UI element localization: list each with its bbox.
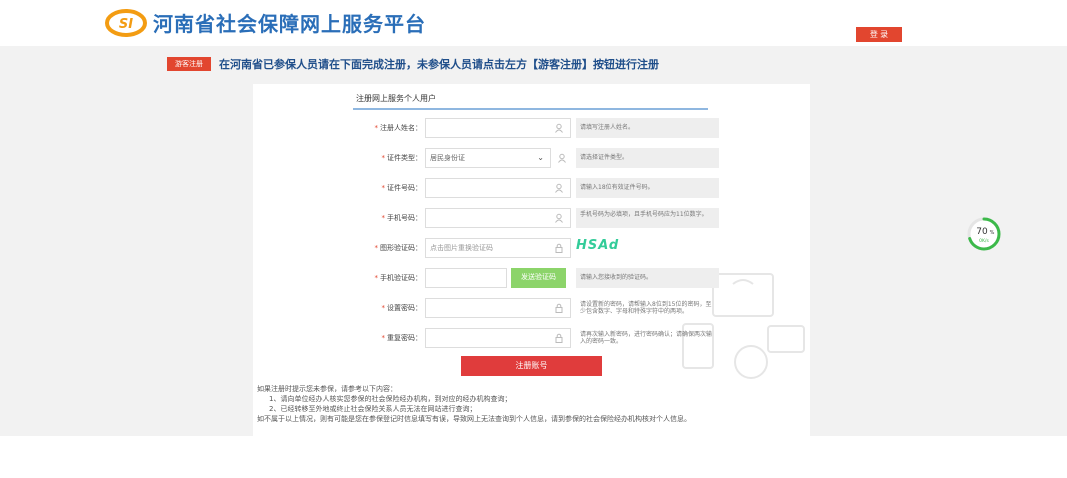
sms-code-hint: 请输入您接收到的验证码。	[576, 268, 719, 288]
name-row: * 注册人姓名： 请填写注册人姓名。	[253, 118, 810, 138]
id-type-row: * 证件类型： 居民身份证 ⌄ 请选择证件类型。	[253, 148, 810, 168]
password-label: * 设置密码：	[381, 304, 423, 312]
note-line: 1、请向单位经办人核实您参保的社会保险经办机构，到对应的经办机构查询；	[269, 395, 512, 403]
person-icon	[555, 213, 563, 223]
lock-icon	[555, 243, 563, 253]
note-line: 如不属于以上情况，则有可能是您在参保登记时信息填写有误，导致网上无法查询到个人信…	[257, 415, 691, 423]
guest-register-button[interactable]: 游客注册	[167, 57, 211, 71]
phone-hint: 手机号码为必填项，且手机号码应为11位数字。	[576, 208, 719, 228]
id-number-row: * 证件号码： 请输入18位有效证件号码。	[253, 178, 810, 198]
id-number-input[interactable]	[425, 178, 571, 198]
form-title: 注册网上服务个人用户	[356, 94, 436, 103]
speed-value: 0K/s	[979, 238, 989, 244]
chevron-down-icon: ⌄	[537, 153, 544, 162]
password-hint: 请设置新的密码，请帮输入8位到15位的密码，至少包含数字、字母和特殊字符中的两项…	[580, 301, 712, 315]
progress-ring-icon: 70 % 0K/s	[967, 217, 1001, 251]
name-hint: 请填写注册人姓名。	[576, 118, 719, 138]
id-type-hint: 请选择证件类型。	[576, 148, 719, 168]
registration-notes: 如果注册时提示您未参保，请参考以下内容： 1、请向单位经办人核实您参保的社会保险…	[257, 384, 807, 424]
captcha-input[interactable]: 点击图片重换验证码	[425, 238, 571, 258]
name-label: * 注册人姓名：	[374, 124, 423, 132]
register-button[interactable]: 注册账号	[461, 356, 602, 376]
captcha-label: * 图形验证码：	[374, 244, 423, 252]
id-number-hint: 请输入18位有效证件号码。	[576, 178, 719, 198]
confirm-password-input[interactable]	[425, 328, 571, 348]
speed-widget[interactable]: 70 % 0K/s	[966, 216, 1002, 252]
registration-notice: 游客注册 在河南省已参保人员请在下面完成注册，未参保人员请点击左方【游客注册】按…	[167, 56, 659, 72]
captcha-image[interactable]: HSAd	[576, 238, 619, 253]
confirm-password-row: * 重复密码： 请再次输入新密码，进行密码确认；请确保两次输入的密码一致。	[253, 328, 810, 348]
note-line: 2、已经转移至外地或终止社会保险关系人员无法在网站进行查询；	[269, 405, 477, 413]
site-title: 河南省社会保障网上服务平台	[153, 12, 426, 36]
note-line: 如果注册时提示您未参保，请参考以下内容：	[257, 385, 397, 393]
person-icon	[558, 153, 566, 163]
form-title-underline	[353, 108, 708, 110]
person-icon	[555, 183, 563, 193]
person-icon	[555, 123, 563, 133]
speed-percent: 70	[976, 227, 988, 237]
top-header: SI 河南省社会保障网上服务平台 登 录	[0, 0, 1067, 46]
logo-initials: SI	[119, 17, 133, 32]
captcha-row: * 图形验证码： 点击图片重换验证码 HSAd	[253, 238, 810, 258]
send-code-button[interactable]: 发送验证码	[511, 268, 566, 288]
id-type-select[interactable]: 居民身份证 ⌄	[425, 148, 551, 168]
name-input[interactable]	[425, 118, 571, 138]
login-button[interactable]: 登 录	[856, 27, 902, 42]
id-number-label: * 证件号码：	[381, 184, 423, 192]
lock-icon	[555, 333, 563, 343]
sms-code-row: * 手机验证码： 发送验证码 请输入您接收到的验证码。	[253, 268, 810, 288]
phone-label: * 手机号码：	[381, 214, 423, 222]
sms-code-label: * 手机验证码：	[374, 274, 423, 282]
confirm-password-hint: 请再次输入新密码，进行密码确认；请确保两次输入的密码一致。	[580, 331, 713, 345]
speed-percent-unit: %	[990, 230, 995, 236]
lock-icon	[555, 303, 563, 313]
id-type-label: * 证件类型：	[381, 154, 423, 162]
password-input[interactable]	[425, 298, 571, 318]
sms-code-input[interactable]	[425, 268, 507, 288]
phone-input[interactable]	[425, 208, 571, 228]
phone-row: * 手机号码： 手机号码为必填项，且手机号码应为11位数字。	[253, 208, 810, 228]
notice-text: 在河南省已参保人员请在下面完成注册，未参保人员请点击左方【游客注册】按钮进行注册	[219, 58, 659, 71]
registration-panel: 注册网上服务个人用户 * 注册人姓名： 请填写注册人姓名。 * 证件类型： 居民身份…	[253, 84, 810, 436]
si-logo-icon: SI	[105, 8, 147, 37]
confirm-password-label: * 重复密码：	[381, 334, 423, 342]
site-logo[interactable]: SI 河南省社会保障网上服务平台	[105, 8, 426, 37]
password-row: * 设置密码： 请设置新的密码，请帮输入8位到15位的密码，至少包含数字、字母和特…	[253, 298, 810, 318]
